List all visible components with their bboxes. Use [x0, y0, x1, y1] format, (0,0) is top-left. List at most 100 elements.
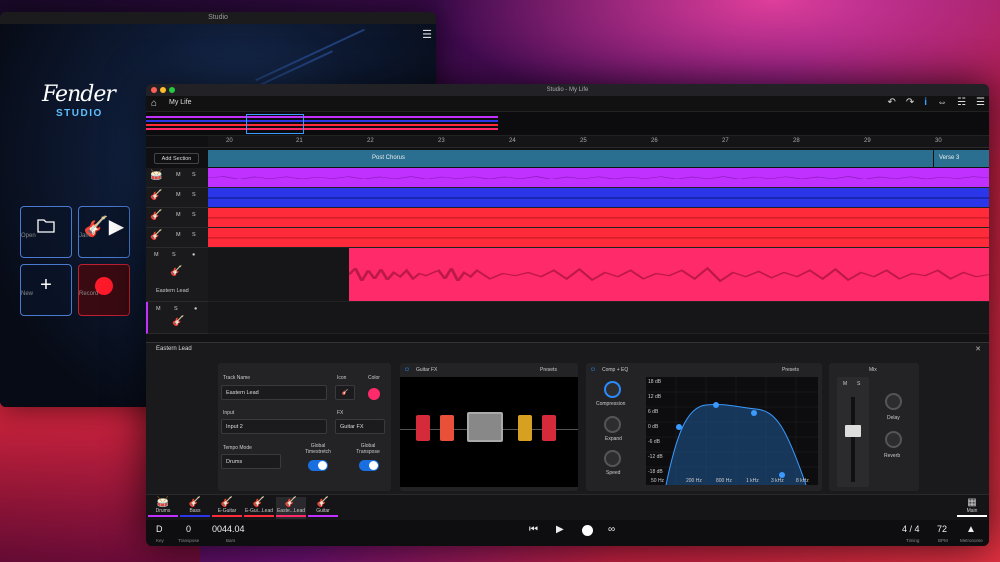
track-row-guitar[interactable]: M S ● 🎸 [146, 302, 989, 334]
track-row-drums[interactable]: 🥁 M S [146, 168, 989, 188]
solo-button[interactable]: S [172, 252, 176, 258]
track-row-bass[interactable]: 🎸 M S [146, 188, 989, 208]
icon-label: Icon [337, 375, 347, 381]
input-select[interactable]: Input 2 [221, 419, 327, 434]
loop-icon[interactable]: ∞ [608, 524, 615, 535]
skip-back-icon[interactable]: ⏮ [529, 524, 538, 535]
hamburger-menu-icon[interactable]: ☰ [422, 28, 432, 41]
presets-dropdown[interactable]: Presets [782, 367, 799, 373]
mute-button[interactable]: M [154, 252, 159, 258]
add-section-button[interactable]: Add Section [154, 153, 199, 164]
overview-viewport[interactable] [246, 114, 304, 134]
transpose-value[interactable]: 0 [186, 524, 191, 534]
eq-graph[interactable]: 18 dB 12 dB 6 dB 0 dB -6 dB -12 dB -18 d… [646, 377, 818, 486]
main-mixer-button[interactable]: ▦ Main [957, 497, 987, 519]
track-row-e-guitar[interactable]: 🎸 M S [146, 208, 989, 228]
mute-button[interactable]: M [176, 192, 181, 198]
expand-knob[interactable] [604, 416, 621, 433]
fx-select[interactable]: Guitar FX [335, 419, 385, 434]
power-icon[interactable]: ⏻ [591, 367, 595, 373]
bar-tick: 30 [935, 138, 942, 144]
acoustic-guitar-icon: 🎸 [172, 316, 185, 327]
audio-region[interactable] [349, 248, 989, 301]
metronome-icon[interactable]: ▲ [966, 524, 976, 535]
audio-region[interactable] [208, 228, 989, 248]
tempo-mode-select[interactable]: Drums [221, 454, 281, 469]
bar-tick: 23 [438, 138, 445, 144]
empty-lane[interactable] [208, 248, 989, 302]
close-window-icon[interactable] [151, 87, 157, 93]
mute-button[interactable]: M [176, 212, 181, 218]
timing-value[interactable]: 4 / 4 [902, 524, 920, 534]
minimize-window-icon[interactable] [160, 87, 166, 93]
pedal[interactable] [440, 415, 454, 441]
drums-icon: 🥁 [156, 497, 170, 508]
track-chip-e-guitar-lead[interactable]: 🎸 E-Gui...Lead [244, 497, 274, 519]
undo-icon[interactable]: ↶ [888, 97, 896, 108]
mix-solo-button[interactable]: S [857, 381, 860, 387]
jam-tile[interactable]: 🎸▶ Jam [78, 206, 130, 258]
mute-button[interactable]: M [176, 172, 181, 178]
amp[interactable] [467, 412, 503, 442]
arm-record-icon[interactable]: ● [194, 306, 197, 312]
mute-button[interactable]: M [156, 306, 161, 312]
track-chip-drums[interactable]: 🥁 Drums [148, 497, 178, 519]
audio-region[interactable] [208, 208, 989, 228]
track-icon-picker[interactable]: 🎸 [335, 385, 355, 400]
section-post-chorus[interactable]: Post Chorus [208, 150, 933, 167]
track-color-swatch[interactable] [368, 388, 380, 400]
section-verse-3[interactable]: Verse 3 [934, 150, 989, 167]
mute-button[interactable]: M [176, 232, 181, 238]
open-tile[interactable]: Open [20, 206, 72, 258]
bar-ruler[interactable]: 20 21 22 23 24 25 26 27 28 29 30 [146, 136, 989, 148]
pedalboard[interactable] [400, 377, 578, 487]
delay-knob[interactable] [885, 393, 902, 410]
track-chip-guitar[interactable]: 🎸 Guitar [308, 497, 338, 519]
key-value[interactable]: D [156, 524, 163, 534]
pedal[interactable] [416, 415, 430, 441]
home-icon[interactable]: ⌂ [151, 98, 157, 109]
split-icon[interactable]: ⇔ [937, 97, 947, 108]
play-icon[interactable]: ▶ [556, 524, 564, 535]
presets-dropdown[interactable]: Presets [540, 367, 557, 373]
record-tile[interactable]: Record [78, 264, 130, 316]
record-icon[interactable] [582, 525, 593, 536]
solo-button[interactable]: S [192, 212, 196, 218]
solo-button[interactable]: S [192, 172, 196, 178]
volume-fader[interactable] [845, 425, 861, 437]
zoom-window-icon[interactable] [169, 87, 175, 93]
audio-region[interactable] [208, 188, 989, 208]
pedal[interactable] [518, 415, 532, 441]
mixer-icon[interactable]: ☵ [957, 97, 966, 108]
mix-mute-button[interactable]: M [843, 381, 847, 387]
track-chip-eastern-lead[interactable]: 🎸 Easte...Lead [276, 497, 306, 519]
track-name-input[interactable]: Eastern Lead [221, 385, 327, 400]
compression-knob[interactable] [604, 381, 621, 398]
pedal[interactable] [542, 415, 556, 441]
bar-tick: 29 [864, 138, 871, 144]
power-icon[interactable]: ⏻ [405, 367, 409, 373]
bars-position[interactable]: 0044.04 [212, 524, 245, 534]
track-chip-bass[interactable]: 🎸 Bass [180, 497, 210, 519]
empty-lane[interactable] [208, 302, 989, 334]
redo-icon[interactable]: ↷ [906, 97, 914, 108]
reverb-knob[interactable] [885, 431, 902, 448]
arm-record-icon[interactable]: ● [192, 252, 195, 258]
close-editor-icon[interactable]: ✕ [975, 345, 981, 353]
speed-knob[interactable] [604, 450, 621, 467]
solo-button[interactable]: S [192, 232, 196, 238]
global-transpose-toggle[interactable] [359, 460, 379, 471]
track-row-e-guitar-lead[interactable]: 🎸 M S [146, 228, 989, 248]
bpm-value[interactable]: 72 [937, 524, 947, 534]
audio-region[interactable] [208, 168, 989, 188]
track-chip-e-guitar[interactable]: 🎸 E-Guitar [212, 497, 242, 519]
track-settings-card: Track Name Eastern Lead Icon 🎸 Color Inp… [218, 363, 391, 491]
solo-button[interactable]: S [174, 306, 178, 312]
solo-button[interactable]: S [192, 192, 196, 198]
track-row-eastern-lead[interactable]: M S ● 🎸 Eastern Lead [146, 248, 989, 302]
song-overview[interactable] [146, 112, 989, 136]
new-tile[interactable]: + New [20, 264, 72, 316]
menu-icon[interactable]: ☰ [976, 97, 985, 108]
info-icon[interactable]: i [924, 97, 927, 108]
global-timestretch-toggle[interactable] [308, 460, 328, 471]
